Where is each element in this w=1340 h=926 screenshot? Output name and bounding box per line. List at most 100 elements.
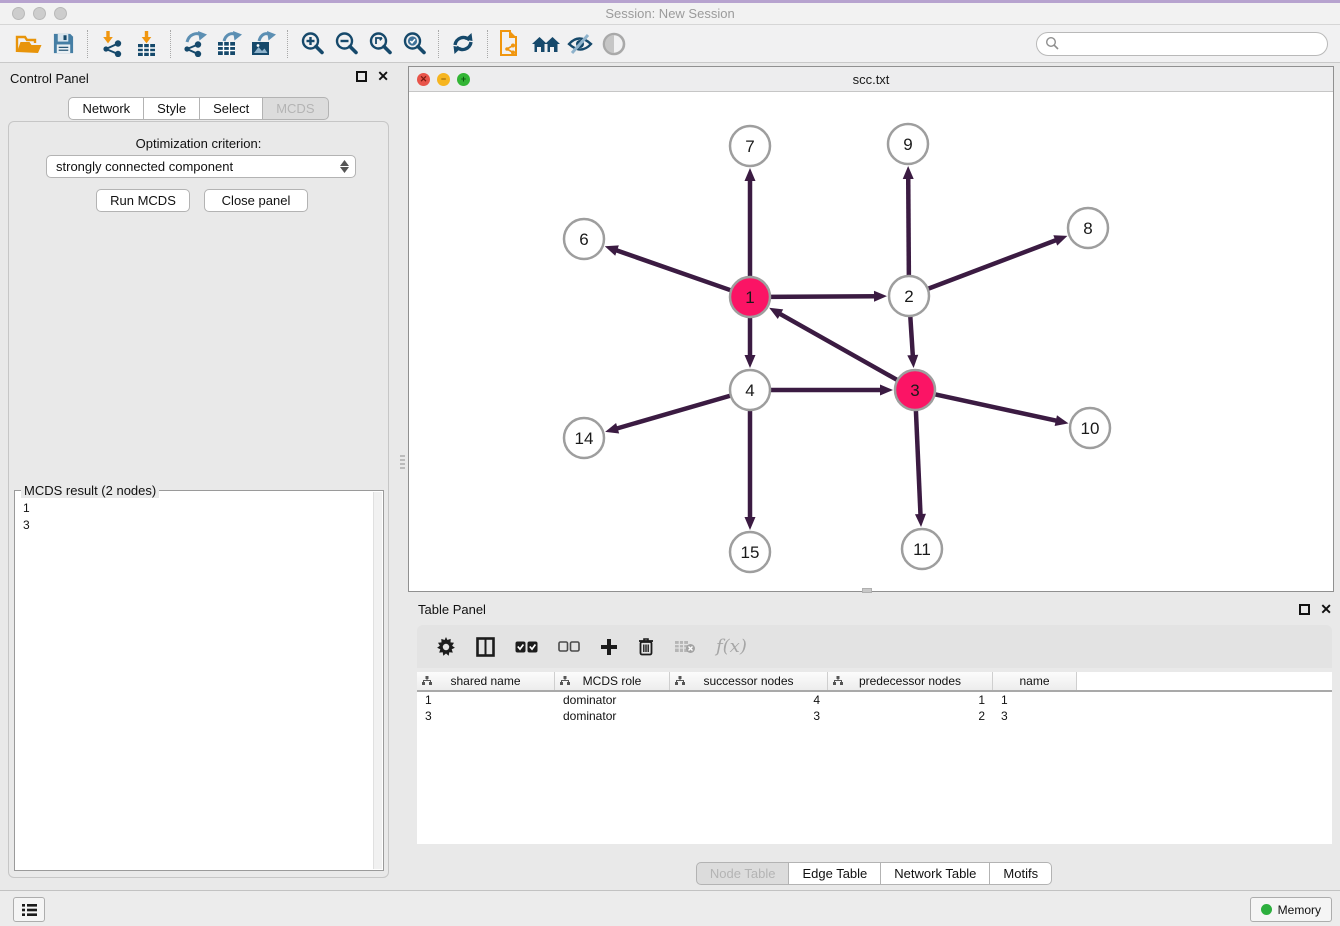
float-table-panel-icon[interactable]	[1299, 604, 1310, 615]
preview-icon[interactable]	[597, 28, 631, 60]
network-canvas[interactable]: 7968124314101511	[409, 92, 1333, 591]
columns-icon[interactable]	[476, 637, 495, 657]
graph-edge[interactable]	[908, 176, 909, 278]
graph-node-label: 10	[1081, 419, 1100, 438]
gear-icon[interactable]	[436, 637, 456, 657]
graph-edge[interactable]	[910, 314, 913, 358]
zoom-fit-icon[interactable]	[363, 28, 397, 60]
run-mcds-button[interactable]: Run MCDS	[96, 189, 190, 212]
tab-edge-table[interactable]: Edge Table	[789, 862, 881, 885]
clone-network-icon[interactable]	[495, 28, 529, 60]
close-table-panel-icon[interactable]: ✕	[1320, 604, 1332, 615]
mcds-result-text[interactable]: 1 3	[15, 492, 373, 870]
graph-edge-arrowhead	[745, 517, 756, 530]
tab-motifs[interactable]: Motifs	[990, 862, 1052, 885]
export-table-icon[interactable]	[212, 28, 246, 60]
add-icon[interactable]	[600, 638, 618, 656]
window-title: Session: New Session	[0, 6, 1340, 21]
column-header-label: shared name	[450, 674, 520, 688]
delete-table-icon[interactable]	[674, 639, 696, 654]
table-row[interactable]: 1dominator411	[417, 692, 1332, 708]
table-cell[interactable]: 2	[828, 708, 993, 724]
function-builder-icon[interactable]: f(x)	[716, 636, 747, 657]
import-network-icon[interactable]	[95, 28, 129, 60]
export-network-icon[interactable]	[178, 28, 212, 60]
control-panel-header: Control Panel ✕	[0, 63, 397, 93]
horizontal-splitter-grip[interactable]	[862, 588, 872, 593]
graph-edge[interactable]	[768, 296, 877, 297]
table-cell[interactable]: 1	[828, 692, 993, 708]
float-panel-icon[interactable]	[356, 71, 367, 82]
table-cell[interactable]: 3	[993, 708, 1077, 724]
toolbar-separator	[170, 30, 171, 58]
graph-edge[interactable]	[926, 239, 1058, 289]
open-session-icon[interactable]	[12, 28, 46, 60]
vertical-splitter[interactable]	[397, 63, 408, 890]
control-panel-title: Control Panel	[10, 71, 89, 86]
column-header-predecessor-nodes[interactable]: predecessor nodes	[828, 672, 993, 690]
graph-edge-arrowhead	[1055, 415, 1069, 426]
close-panel-button[interactable]: Close panel	[204, 189, 308, 212]
refresh-icon[interactable]	[446, 28, 480, 60]
zoom-selected-icon[interactable]	[397, 28, 431, 60]
mcds-result-box: MCDS result (2 nodes) 1 3	[14, 490, 384, 871]
graph-edge[interactable]	[933, 394, 1059, 421]
control-panel: Control Panel ✕ Network Style Select MCD…	[0, 63, 397, 890]
splitter-grip[interactable]	[400, 455, 405, 469]
tab-select[interactable]: Select	[200, 97, 263, 120]
memory-button[interactable]: Memory	[1250, 897, 1332, 922]
graph-edge-arrowhead	[605, 245, 619, 255]
tab-network[interactable]: Network	[68, 97, 144, 120]
network-window-title: scc.txt	[409, 72, 1333, 87]
table-row[interactable]: 3dominator323	[417, 708, 1332, 724]
table-cell[interactable]: 1	[993, 692, 1077, 708]
tab-mcds[interactable]: MCDS	[263, 97, 328, 120]
hide-selected-icon[interactable]	[563, 28, 597, 60]
criterion-select[interactable]: strongly connected component	[46, 155, 356, 178]
graph-edge[interactable]	[778, 313, 899, 381]
table-cell[interactable]: 4	[670, 692, 828, 708]
table-cell[interactable]: dominator	[555, 692, 670, 708]
tab-network-table[interactable]: Network Table	[881, 862, 990, 885]
network-window-titlebar[interactable]: ✕ − + scc.txt	[409, 67, 1333, 92]
table-cell[interactable]: 1	[417, 692, 555, 708]
graph-edge[interactable]	[614, 250, 733, 292]
column-type-icon	[560, 674, 570, 688]
zoom-out-icon[interactable]	[329, 28, 363, 60]
graph-node-label: 7	[745, 137, 754, 156]
main-toolbar	[0, 25, 1340, 63]
graph-node-label: 9	[903, 135, 912, 154]
column-header-name[interactable]: name	[993, 672, 1077, 690]
result-scrollbar[interactable]	[373, 492, 382, 869]
graph-edge[interactable]	[615, 395, 733, 429]
search-icon	[1045, 36, 1060, 51]
graph-edge[interactable]	[916, 408, 921, 517]
graph-edge-arrowhead	[907, 355, 918, 368]
zoom-in-icon[interactable]	[295, 28, 329, 60]
toolbar-separator	[287, 30, 288, 58]
task-history-button[interactable]	[13, 897, 45, 922]
tab-node-table[interactable]: Node Table	[696, 862, 790, 885]
select-all-icon[interactable]	[515, 641, 538, 653]
tab-style[interactable]: Style	[144, 97, 200, 120]
column-header-shared-name[interactable]: shared name	[417, 672, 555, 690]
list-icon	[21, 903, 38, 917]
table-header-row: shared name MCDS role successor nodes prede…	[417, 672, 1332, 692]
table-cell[interactable]: dominator	[555, 708, 670, 724]
close-panel-icon[interactable]: ✕	[377, 71, 389, 82]
delete-icon[interactable]	[638, 637, 654, 656]
column-header-MCDS-role[interactable]: MCDS role	[555, 672, 670, 690]
table-cell[interactable]: 3	[670, 708, 828, 724]
search-input[interactable]	[1060, 34, 1327, 54]
table-cell[interactable]: 3	[417, 708, 555, 724]
column-header-label: successor nodes	[703, 674, 793, 688]
save-session-icon[interactable]	[46, 28, 80, 60]
import-table-icon[interactable]	[129, 28, 163, 60]
home-icon[interactable]	[529, 28, 563, 60]
network-view-window: ✕ − + scc.txt 7968124314101511	[408, 66, 1334, 592]
export-image-icon[interactable]	[246, 28, 280, 60]
search-box[interactable]	[1036, 32, 1328, 56]
node-table: shared name MCDS role successor nodes prede…	[417, 672, 1332, 844]
deselect-all-icon[interactable]	[558, 641, 580, 652]
column-header-successor-nodes[interactable]: successor nodes	[670, 672, 828, 690]
